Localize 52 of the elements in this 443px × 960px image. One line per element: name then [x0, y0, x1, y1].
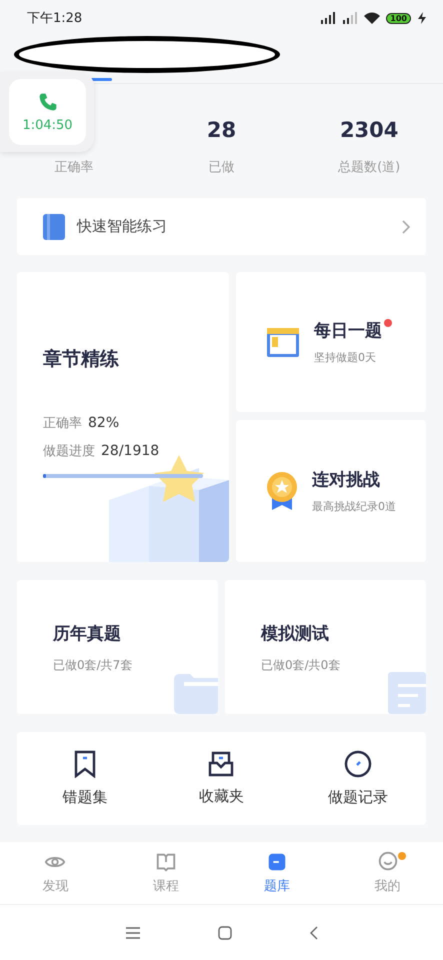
tool-button[interactable]: 做题记录: [290, 732, 426, 825]
card-subtitle: 已做0套/共7套: [53, 657, 134, 674]
feature-card[interactable]: 每日一题 坚持做题0天: [236, 272, 426, 412]
charging-icon: [417, 12, 427, 24]
card-subtitle: 最高挑战纪录0道: [312, 499, 396, 514]
stat-value: 28: [206, 118, 236, 144]
calendar-icon: [266, 325, 300, 359]
bookmark-icon: [73, 750, 98, 778]
folder-icon: [174, 672, 218, 714]
feature-card[interactable]: 连对挑战 最高挑战纪录0道: [236, 420, 426, 562]
stat-label: 总题数(道): [338, 159, 400, 176]
book-icon: [43, 214, 65, 240]
quick-practice-label: 快速智能练习: [77, 217, 168, 236]
signal-icon: [320, 12, 336, 24]
wifi-icon: [364, 12, 380, 24]
card-subtitle: 已做0套/共0套: [261, 657, 342, 674]
stat-value: 2304: [340, 118, 398, 144]
nav-tab[interactable]: 题库: [222, 842, 332, 904]
card-title: 历年真题: [53, 623, 122, 645]
signal-icon: [342, 12, 358, 24]
tab-indicator: [90, 78, 112, 81]
progress-label: 做题进度: [43, 443, 95, 460]
inbox-icon: [208, 751, 234, 777]
card-title: 连对挑战: [312, 469, 380, 491]
battery-level: 100: [386, 12, 411, 24]
book-icon: [155, 851, 178, 873]
phone-icon: [38, 92, 58, 112]
chapter-card[interactable]: 章节精练 正确率 82% 做题进度 28/1918: [17, 272, 229, 562]
stat-label: 正确率: [54, 159, 94, 176]
call-duration: 1:04:50: [22, 118, 73, 132]
document-icon: [388, 672, 426, 714]
exam-card[interactable]: 模拟测试 已做0套/共0套: [225, 580, 426, 714]
stat-label: 已做: [208, 159, 234, 176]
tool-button[interactable]: 收藏夹: [153, 732, 290, 825]
exam-card[interactable]: 历年真题 已做0套/共7套: [17, 580, 218, 714]
clock-icon: [344, 750, 372, 778]
medal-icon: [266, 471, 298, 511]
menu-icon[interactable]: [126, 926, 140, 938]
accuracy-value: 82%: [88, 415, 120, 431]
home-icon[interactable]: [218, 926, 232, 940]
card-title: 每日一题: [314, 320, 382, 342]
card-title: 模拟测试: [261, 623, 330, 645]
accuracy-label: 正确率: [43, 415, 82, 432]
card-subtitle: 坚持做题0天: [314, 350, 377, 365]
progress-value: 28/1918: [101, 443, 160, 459]
back-icon[interactable]: [310, 926, 318, 940]
chapter-title: 章节精练: [43, 347, 120, 372]
tool-button[interactable]: 错题集: [17, 732, 154, 825]
status-time: 下午1:28: [27, 10, 82, 27]
quick-practice-row[interactable]: 快速智能练习: [17, 198, 426, 255]
smiley-icon: [376, 851, 399, 873]
chevron-right-icon: [402, 220, 410, 234]
